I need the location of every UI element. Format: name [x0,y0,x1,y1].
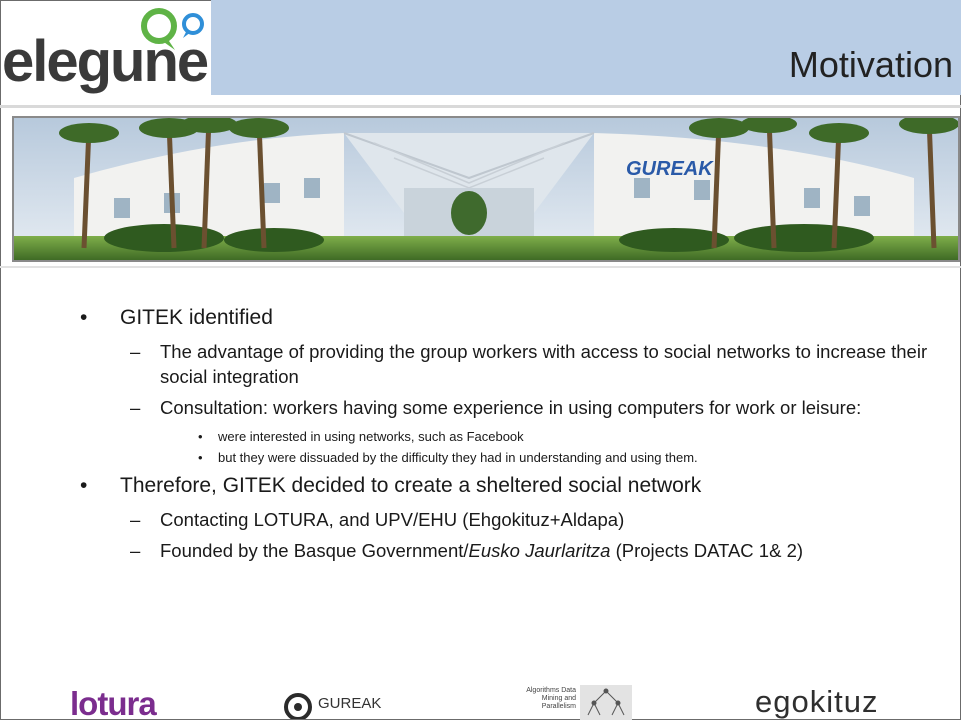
gureak-logo: GUREAK [282,687,381,724]
header-divider [0,105,961,108]
sub-sub-bullet-text: were interested in using networks, such … [218,429,524,444]
building-photo-illustration [14,118,958,260]
aldapa-logo: Algorithms Data Mining and Parallelism [512,685,632,720]
dash-icon: – [130,341,141,362]
title-band: Motivation [211,0,961,95]
bullet-dot-icon: • [198,450,203,465]
bullet-item: • Therefore, GITEK decided to create a s… [80,472,940,499]
sub-sub-bullet-text: but they were dissuaded by the difficult… [218,450,698,465]
tree-graph-icon [580,685,632,720]
sub-bullet-text: Consultation: workers having some experi… [160,397,862,418]
sub-bullet-text-italic: Eusko Jaurlaritza [468,540,611,561]
sub-bullet-item: – Contacting LOTURA, and UPV/EHU (Ehgoki… [80,507,940,532]
bullet-item: • GITEK identified [80,304,940,331]
bullet-dot-icon: • [80,306,88,329]
dash-icon: – [130,509,141,530]
sub-sub-bullet-item: • but they were dissuaded by the difficu… [80,447,940,468]
sub-bullet-text: The advantage of providing the group wor… [160,341,928,387]
building-photo: GUREAK [12,116,960,262]
sub-bullet-text: Contacting LOTURA, and UPV/EHU (Ehgokitu… [160,509,625,530]
elegune-logo: elegune [2,6,209,96]
gureak-sign: GUREAK [626,158,713,180]
logo-text: elegune [2,29,209,94]
aldapa-text: Algorithms Data Mining and Parallelism [526,687,576,710]
bullet-text: GITEK identified [120,306,273,329]
gureak-label: GUREAK [318,695,382,712]
bullet-text: Therefore, GITEK decided to create a she… [120,474,702,497]
sub-bullet-text-after: (Projects DATAC 1& 2) [610,540,804,561]
lotura-logo: lotura [70,685,157,722]
sub-bullet-item: – Consultation: workers having some expe… [80,395,940,420]
dash-icon: – [130,540,141,561]
bullet-dot-icon: • [198,429,203,444]
dash-icon: – [130,397,141,418]
gureak-mark-icon [284,693,312,721]
bullet-list: • GITEK identified – The advantage of pr… [80,304,940,569]
egokituz-logo: egokituz [755,684,879,719]
slide-title: Motivation [788,44,953,85]
bullet-dot-icon: • [80,474,88,497]
sub-bullet-item: – The advantage of providing the group w… [80,339,940,389]
photo-divider [0,266,961,268]
sub-sub-bullet-item: • were interested in using networks, suc… [80,426,940,447]
sub-bullet-item: – Founded by the Basque Government/Eusko… [80,538,940,563]
sub-bullet-text-before: Founded by the Basque Government/ [160,540,469,561]
